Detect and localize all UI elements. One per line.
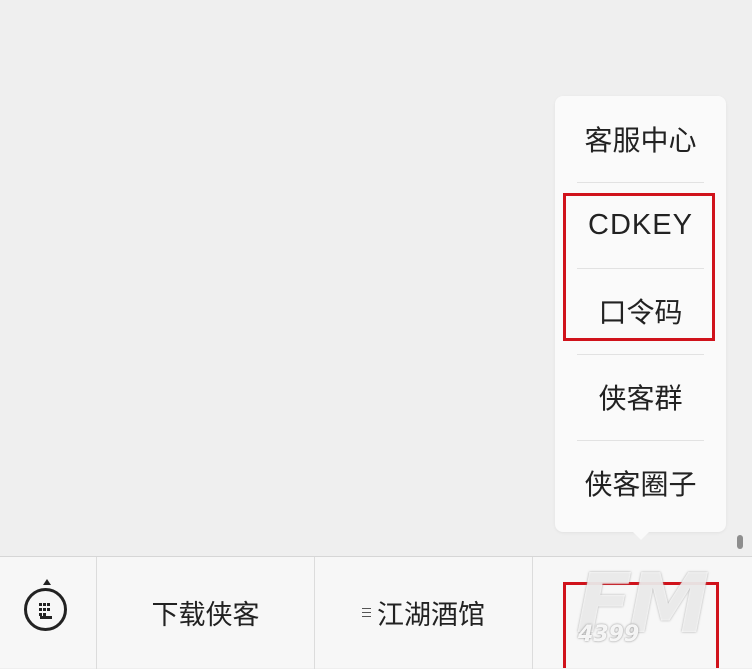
tab-download-label: 下载侠客 [151, 600, 260, 631]
keyboard-icon [24, 588, 67, 631]
menu-item-group[interactable]: 侠客群 [555, 354, 726, 440]
scrollbar-thumb[interactable] [737, 535, 743, 549]
highlight-box [563, 193, 715, 341]
tab-tavern[interactable]: 江湖酒馆 [315, 557, 532, 668]
menu-lines-icon [362, 605, 371, 620]
tab-download[interactable]: 下载侠客 [97, 557, 314, 668]
keyboard-toggle-button[interactable] [0, 557, 96, 668]
tab-tavern-label: 江湖酒馆 [377, 600, 485, 631]
tab-more-highlight[interactable] [563, 582, 719, 668]
menu-item-customer-service[interactable]: 客服中心 [555, 96, 726, 182]
caret-up-icon [43, 579, 51, 585]
bar-divider [532, 557, 533, 669]
popup-arrow [632, 531, 650, 540]
menu-item-circle[interactable]: 侠客圈子 [555, 440, 726, 526]
